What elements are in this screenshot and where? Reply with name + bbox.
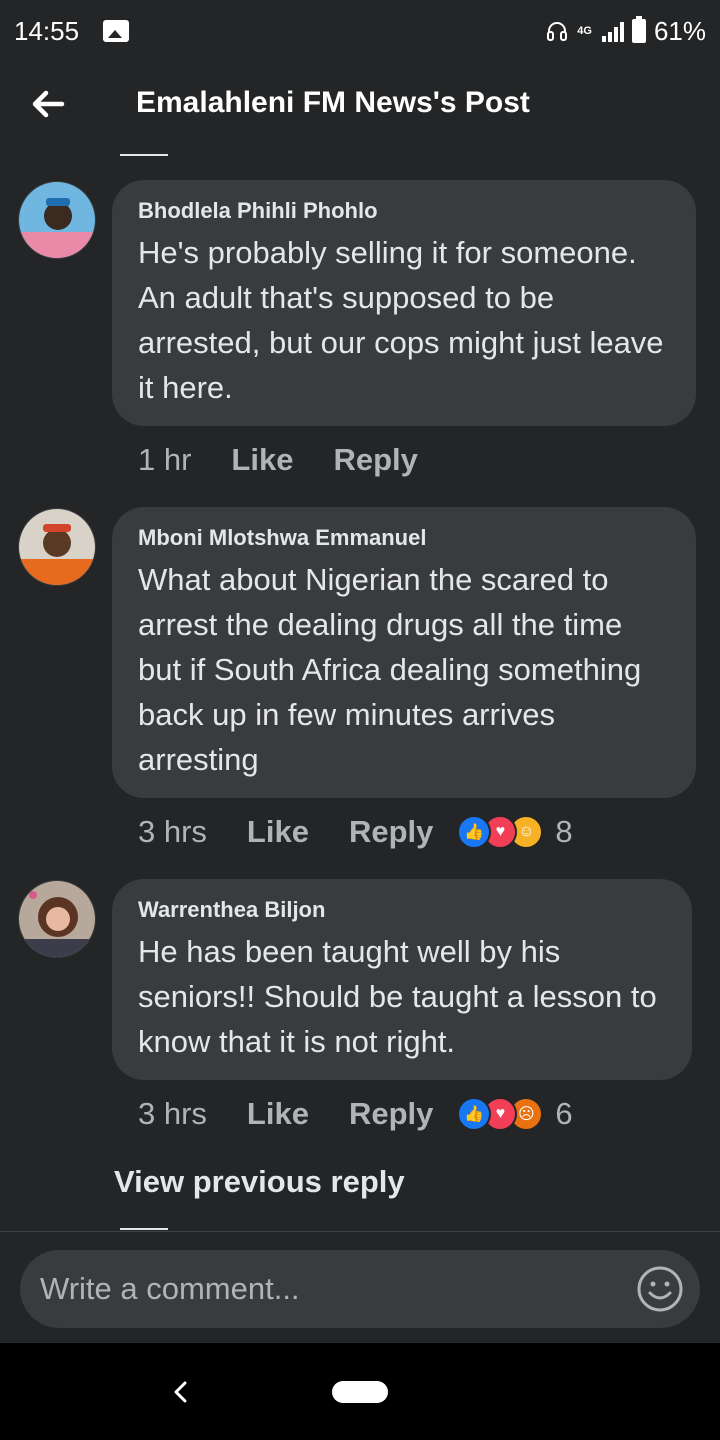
comment-author[interactable]: Bhodlela Phihli Phohlo	[138, 198, 670, 224]
avatar[interactable]	[18, 181, 96, 259]
thread-divider	[120, 154, 168, 156]
comment-time[interactable]: 1 hr	[138, 442, 191, 478]
reaction-count: 8	[555, 814, 573, 849]
comment-actions: 3 hrs Like Reply 👍 ♥ ☺ 8	[138, 814, 573, 850]
comment-author[interactable]: Warrenthea Biljon	[138, 897, 666, 923]
comment-actions: 3 hrs Like Reply 👍 ♥ ☹ 6	[138, 1096, 573, 1132]
reaction-count: 6	[555, 1096, 573, 1131]
avatar[interactable]	[18, 880, 96, 958]
like-button[interactable]: Like	[231, 442, 293, 478]
battery-percentage: 61%	[653, 15, 706, 46]
reply-button[interactable]: Reply	[349, 814, 433, 850]
like-button[interactable]: Like	[247, 814, 309, 850]
home-pill-button[interactable]	[332, 1381, 388, 1403]
back-arrow-icon[interactable]	[28, 84, 68, 124]
avatar[interactable]	[18, 508, 96, 586]
headset-icon	[547, 22, 568, 41]
signal-icon	[601, 20, 624, 42]
comment-time[interactable]: 3 hrs	[138, 814, 207, 850]
comment-actions: 1 hr Like Reply	[138, 442, 458, 478]
system-navigation-bar	[0, 1343, 720, 1440]
comment-bubble[interactable]: Bhodlela Phihli Phohlo He's probably sel…	[112, 180, 696, 426]
comment-time[interactable]: 3 hrs	[138, 1096, 207, 1132]
like-button[interactable]: Like	[247, 1096, 309, 1132]
reaction-summary[interactable]: 👍 ♥ ☹ 6	[457, 1096, 573, 1132]
comment-bubble[interactable]: Warrenthea Biljon He has been taught wel…	[112, 879, 692, 1080]
status-right: 4G 61%	[545, 16, 706, 47]
view-previous-reply-link[interactable]: View previous reply	[114, 1164, 405, 1200]
comment-text: He has been taught well by his seniors!!…	[138, 934, 657, 1059]
comment-input-container[interactable]	[20, 1250, 700, 1328]
status-bar: 14:55 4G 61%	[0, 0, 720, 62]
like-icon: 👍	[457, 815, 492, 849]
comment-text: What about Nigerian the scared to arrest…	[138, 562, 642, 777]
reaction-summary[interactable]: 👍 ♥ ☺ 8	[457, 814, 573, 850]
status-time: 14:55	[14, 15, 80, 46]
comment-bubble[interactable]: Mboni Mlotshwa Emmanuel What about Niger…	[112, 507, 696, 798]
comment-author[interactable]: Mboni Mlotshwa Emmanuel	[138, 525, 670, 551]
nav-back-icon[interactable]	[166, 1375, 194, 1409]
comment-composer	[0, 1231, 720, 1343]
emoji-icon[interactable]	[636, 1265, 684, 1313]
page-title: Emalahleni FM News's Post	[136, 86, 530, 119]
battery-icon	[631, 16, 646, 43]
network-type: 4G	[577, 25, 592, 37]
image-notification-icon	[103, 20, 130, 42]
reply-button[interactable]: Reply	[349, 1096, 433, 1132]
reply-button[interactable]: Reply	[333, 442, 417, 478]
like-icon: 👍	[457, 1097, 492, 1131]
post-header: Emalahleni FM News's Post	[0, 62, 720, 152]
comment-input[interactable]	[40, 1250, 620, 1328]
thread-divider	[120, 1228, 168, 1230]
comment-text: He's probably selling it for someone. An…	[138, 235, 664, 405]
